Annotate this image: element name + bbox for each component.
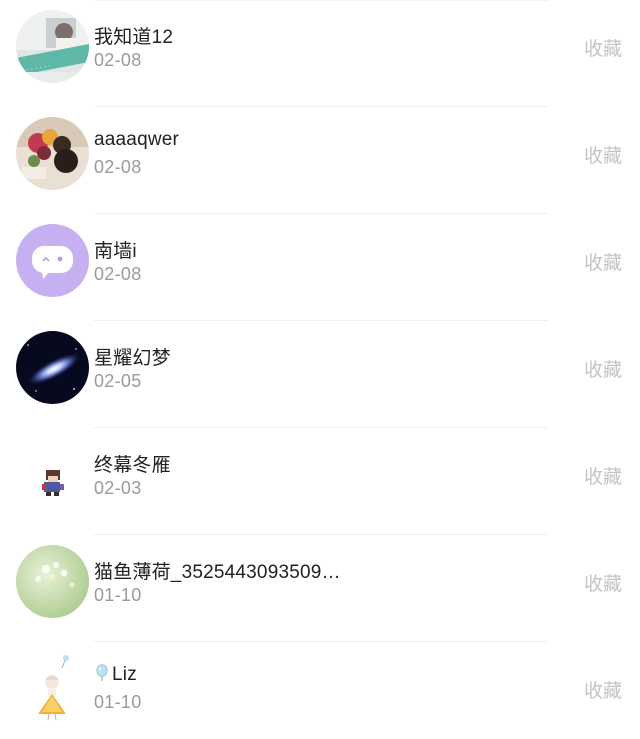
balloon-icon xyxy=(94,664,110,682)
list-item[interactable]: aaaaqwer 02-08 收藏 xyxy=(0,107,640,214)
collect-button[interactable]: 收藏 xyxy=(584,34,622,61)
avatar-green-flowers xyxy=(16,545,89,618)
avatar[interactable] xyxy=(16,224,89,297)
date-label: 02-08 xyxy=(94,264,142,284)
list-item[interactable]: 南墙i 02-08 收藏 xyxy=(0,214,640,321)
user-name[interactable]: 终幕冬雁 xyxy=(94,450,171,477)
collect-button[interactable]: 收藏 xyxy=(584,569,622,596)
date-label: 02-05 xyxy=(94,371,142,391)
date-label: 02-08 xyxy=(94,157,142,177)
list-item[interactable]: · · · · · · 我知道12 02-08 收藏 xyxy=(0,0,640,107)
avatar-galaxy xyxy=(16,331,89,404)
avatar-photo-book: · · · · · · xyxy=(16,10,89,83)
avatar[interactable] xyxy=(16,117,89,190)
avatar-anime-girl xyxy=(16,652,89,725)
user-name[interactable]: Liz xyxy=(94,664,137,686)
favorites-user-list: · · · · · · 我知道12 02-08 收藏 aaaaqwer 02-0… xyxy=(0,0,640,739)
list-item[interactable]: 猫鱼薄荷_3525443093509… 01-10 收藏 xyxy=(0,535,640,642)
avatar-photo-flowers xyxy=(16,117,89,190)
avatar-chat-bubble xyxy=(16,224,89,297)
user-name[interactable]: 南墙i xyxy=(94,236,137,263)
avatar[interactable]: · · · · · · xyxy=(16,10,89,83)
date-label: 01-10 xyxy=(94,585,142,605)
user-name[interactable]: 星耀幻梦 xyxy=(94,343,171,370)
avatar[interactable] xyxy=(16,545,89,618)
date-label: 01-10 xyxy=(94,692,142,712)
list-item[interactable]: 终幕冬雁 02-03 收藏 xyxy=(0,428,640,535)
list-item[interactable]: Liz 01-10 收藏 xyxy=(0,642,640,739)
collect-button[interactable]: 收藏 xyxy=(584,355,622,382)
user-name[interactable]: 猫鱼薄荷_3525443093509… xyxy=(94,557,341,584)
user-name[interactable]: 我知道12 xyxy=(94,22,173,49)
list-item[interactable]: 星耀幻梦 02-05 收藏 xyxy=(0,321,640,428)
user-name-text: Liz xyxy=(112,664,137,685)
date-label: 02-03 xyxy=(94,478,142,498)
collect-button[interactable]: 收藏 xyxy=(584,676,622,703)
collect-button[interactable]: 收藏 xyxy=(584,141,622,168)
collect-button[interactable]: 收藏 xyxy=(584,462,622,489)
avatar[interactable] xyxy=(16,652,89,725)
user-name[interactable]: aaaaqwer xyxy=(94,129,179,151)
avatar[interactable] xyxy=(16,331,89,404)
avatar[interactable] xyxy=(16,438,89,511)
collect-button[interactable]: 收藏 xyxy=(584,248,622,275)
date-label: 02-08 xyxy=(94,50,142,70)
avatar-pixel-character xyxy=(16,438,89,511)
